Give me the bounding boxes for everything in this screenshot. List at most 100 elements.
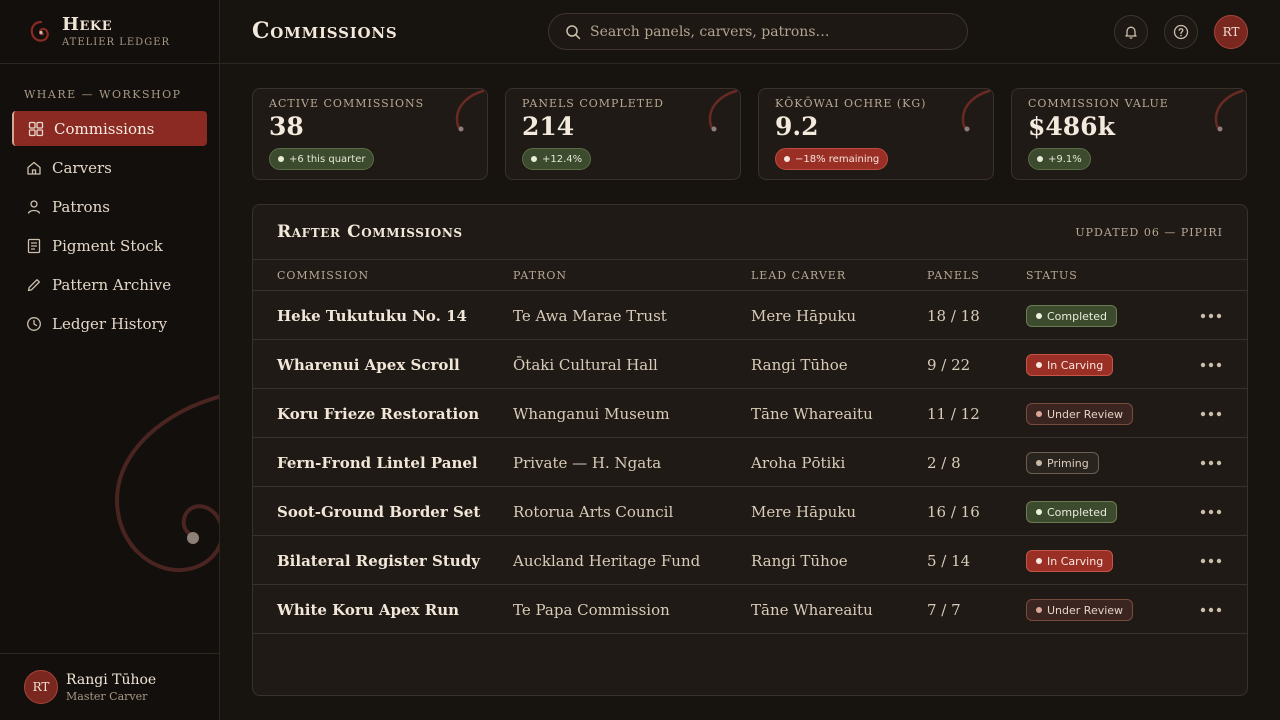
status-badge: Completed (1026, 501, 1117, 523)
row-actions-button[interactable] (1199, 403, 1223, 425)
status-badge: In Carving (1026, 550, 1114, 572)
sidebar-item-pigment-stock[interactable]: Pigment Stock (12, 228, 207, 263)
patron-name: Ōtaki Cultural Hall (513, 356, 658, 374)
notifications-button[interactable] (1114, 15, 1148, 49)
main-content: Commissions Search panels, carvers, patr… (220, 0, 1280, 720)
row-actions-button[interactable] (1199, 354, 1223, 376)
avatar: RT (24, 670, 58, 704)
commission-name[interactable]: Heke Tukutuku No. 14 (277, 307, 467, 325)
commission-name[interactable]: Bilateral Register Study (277, 552, 480, 570)
panel-count: 18 / 18 (927, 307, 980, 325)
panel-count: 5 / 14 (927, 552, 971, 570)
nav-section-label: Whare — Workshop (24, 88, 182, 101)
topbar: Commissions Search panels, carvers, patr… (220, 0, 1280, 64)
column-header-lead-carver[interactable]: Lead Carver (751, 269, 846, 282)
stat-value: $486k (1028, 112, 1115, 141)
status-badge: Completed (1026, 305, 1117, 327)
trend-badge: +9.1% (1028, 148, 1091, 170)
sidebar-item-patrons[interactable]: Patrons (12, 189, 207, 224)
row-actions-button[interactable] (1199, 599, 1223, 621)
table-row[interactable]: Fern-Frond Lintel Panel Private — H. Ngat… (253, 438, 1247, 487)
commission-name[interactable]: Soot-Ground Border Set (277, 503, 480, 521)
lead-carver-name: Tāne Whareaitu (751, 405, 873, 423)
more-icon (1200, 313, 1222, 319)
clock-icon (27, 316, 41, 331)
table-row[interactable]: Heke Tukutuku No. 14 Te Awa Marae Trust Me… (253, 291, 1247, 340)
panel-count: 11 / 12 (927, 405, 980, 423)
status-text: Completed (1047, 505, 1107, 519)
grid-icon (28, 121, 44, 136)
row-actions-button[interactable] (1199, 501, 1223, 523)
lead-carver-name: Mere Hāpuku (751, 503, 857, 521)
lead-carver-name: Mere Hāpuku (751, 307, 857, 325)
search-input[interactable] (590, 23, 950, 40)
koru-corner-icon (961, 89, 991, 132)
help-icon (1173, 24, 1189, 40)
stat-value: 38 (269, 112, 304, 141)
row-actions-button[interactable] (1199, 452, 1223, 474)
status-badge: Under Review (1026, 403, 1134, 425)
table-row[interactable]: Wharenui Apex Scroll Ōtaki Cultural Hall R… (253, 340, 1247, 389)
koru-corner-icon (455, 89, 485, 132)
table-row[interactable]: Bilateral Register Study Auckland Heritag… (253, 536, 1247, 585)
sidebar-item-carvers[interactable]: Carvers (12, 150, 207, 185)
document-icon (27, 238, 41, 253)
user-icon (27, 199, 41, 214)
column-header-panels[interactable]: Panels (927, 269, 980, 282)
stat-value: 214 (522, 112, 575, 141)
sidebar-item-ledger-history[interactable]: Ledger History (12, 306, 207, 341)
table-row[interactable]: Koru Frieze Restoration Whanganui Museum T… (253, 389, 1247, 438)
more-icon (1200, 509, 1222, 515)
brand-subtitle: Atelier Ledger (62, 36, 171, 48)
stat-label: Panels Completed (522, 97, 664, 110)
trend-text: +12.4% (542, 153, 583, 165)
table-row[interactable]: Soot-Ground Border Set Rotorua Arts Counc… (253, 487, 1247, 536)
lead-carver-name: Rangi Tūhoe (751, 552, 848, 570)
help-button[interactable] (1164, 15, 1198, 49)
patron-name: Te Papa Commission (513, 601, 670, 619)
more-icon (1200, 411, 1222, 417)
column-header-status[interactable]: Status (1026, 269, 1078, 282)
row-actions-button[interactable] (1199, 305, 1223, 327)
stat-card-active-commissions: Active Commissions 38 +6 this quarter (252, 88, 488, 180)
home-icon (27, 161, 41, 175)
koru-logo-icon (30, 20, 49, 42)
column-header-commission[interactable]: Commission (277, 269, 369, 282)
page-title: Commissions (252, 18, 398, 44)
commission-name[interactable]: White Koru Apex Run (277, 601, 459, 619)
trend-badge: +12.4% (522, 148, 592, 170)
sidebar-item-pattern-archive[interactable]: Pattern Archive (12, 267, 207, 302)
sidebar-item-label: Pigment Stock (52, 236, 163, 255)
current-user[interactable]: RT Rangi Tūhoe Master Carver (0, 653, 219, 720)
search-box[interactable] (548, 13, 968, 50)
commission-name[interactable]: Koru Frieze Restoration (277, 405, 479, 423)
commission-name[interactable]: Wharenui Apex Scroll (277, 356, 460, 374)
sidebar-item-label: Pattern Archive (52, 275, 172, 294)
user-name: Rangi Tūhoe (66, 671, 157, 688)
app-root: Heke Atelier Ledger Whare — Workshop Com… (0, 0, 1280, 720)
commissions-table-panel: Rafter Commissions Updated 06 — Pipiri C… (252, 204, 1248, 696)
more-icon (1200, 460, 1222, 466)
status-text: In Carving (1047, 358, 1104, 372)
patron-name: Auckland Heritage Fund (513, 552, 701, 570)
column-header-patron[interactable]: Patron (513, 269, 567, 282)
updated-timestamp: Updated 06 — Pipiri (1075, 226, 1223, 239)
sidebar-item-commissions[interactable]: Commissions (12, 111, 207, 146)
trend-text: +6 this quarter (289, 153, 366, 165)
row-actions-button[interactable] (1199, 550, 1223, 572)
stat-label: Active Commissions (269, 97, 425, 110)
commission-name[interactable]: Fern-Frond Lintel Panel (277, 454, 478, 472)
pencil-icon (27, 278, 40, 291)
status-text: In Carving (1047, 554, 1104, 568)
table-row[interactable]: White Koru Apex Run Te Papa Commission Tān… (253, 585, 1247, 634)
bell-icon (1125, 26, 1137, 39)
lead-carver-name: Tāne Whareaitu (751, 601, 873, 619)
panel-count: 9 / 22 (927, 356, 971, 374)
status-badge: Priming (1026, 452, 1099, 474)
avatar[interactable]: RT (1214, 15, 1248, 49)
koru-spiral-decoration (114, 394, 219, 573)
stat-card-ochre-stock: Kōkōwai Ochre (kg) 9.2 −18% remaining (758, 88, 994, 180)
stat-card-commission-value: Commission Value $486k +9.1% (1011, 88, 1247, 180)
patron-name: Te Awa Marae Trust (513, 307, 667, 325)
lead-carver-name: Aroha Pōtiki (751, 454, 846, 472)
